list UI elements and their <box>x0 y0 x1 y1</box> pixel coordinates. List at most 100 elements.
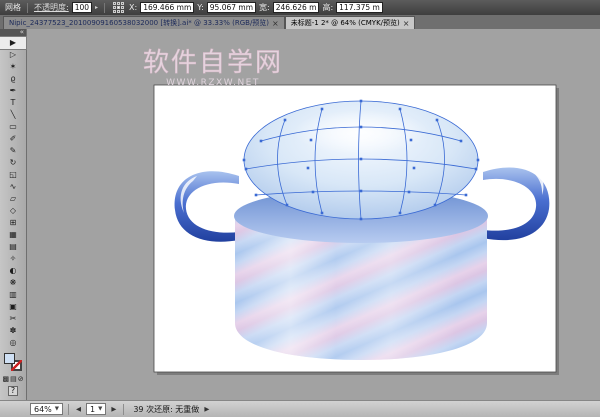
artboard-tool[interactable]: ▣ <box>0 301 26 313</box>
watermark-text-line1: 软件自学网 <box>143 48 283 78</box>
tool-icon: ❋ <box>10 277 17 289</box>
double-arrow-icon: « <box>20 28 24 36</box>
pen-tool[interactable]: ✒ <box>0 85 26 97</box>
y-label: Y: <box>197 3 204 12</box>
document-canvas[interactable]: 软件自学网 WWW.RZXW.NET <box>27 29 599 400</box>
status-bar: 64% ▼ ◀ 1 ▼ ▶ 39 次还原: 无重做 ▶ <box>0 400 600 417</box>
divider <box>123 404 124 415</box>
color-mode-button[interactable]: ▩ <box>2 375 9 383</box>
line-segment-tool[interactable]: ╲ <box>0 109 26 121</box>
eyedropper-tool[interactable]: ✧ <box>0 253 26 265</box>
type-tool[interactable]: T <box>0 97 26 109</box>
history-status-text: 39 次还原: 无重做 <box>133 404 199 415</box>
question-icon: ? <box>8 386 18 396</box>
color-swatches <box>0 351 26 373</box>
perspective-grid-tool[interactable]: ⊞ <box>0 217 26 229</box>
tool-icon: ⊞ <box>10 217 17 229</box>
tool-icon: ✐ <box>10 133 17 145</box>
tool-icon: ↻ <box>10 157 17 169</box>
chevron-down-icon: ▼ <box>98 406 102 412</box>
tool-icon: ◎ <box>10 337 17 349</box>
magic-wand-tool[interactable]: ✶ <box>0 61 26 73</box>
tool-icon: ✎ <box>10 145 17 157</box>
zoom-tool[interactable]: ◎ <box>0 337 26 349</box>
opacity-input[interactable]: 100 <box>72 2 92 13</box>
tool-icon: ╲ <box>11 109 16 121</box>
tool-icon: ▭ <box>9 121 17 133</box>
none-mode-button[interactable]: ⊘ <box>18 375 24 383</box>
prev-artboard-button[interactable]: ◀ <box>74 405 83 413</box>
reference-point-icon[interactable] <box>113 2 124 13</box>
blend-tool[interactable]: ◐ <box>0 265 26 277</box>
direct-selection-tool[interactable]: ▷ <box>0 49 26 61</box>
toolbar-collapse-button[interactable]: « <box>0 29 26 37</box>
fill-color-swatch[interactable] <box>4 353 15 364</box>
pencil-tool[interactable]: ✎ <box>0 145 26 157</box>
tool-icon: ▥ <box>9 289 17 301</box>
zoom-value: 64% <box>34 405 52 414</box>
tab-label: Nipic_24377523_20100909160538032000 [转换]… <box>9 18 269 28</box>
divider <box>104 3 105 13</box>
column-graph-tool[interactable]: ▥ <box>0 289 26 301</box>
options-bar: 网格 不透明度: 100 ▸ X: 169.466 mm Y: 95.067 m… <box>0 0 600 15</box>
tool-icon: ✧ <box>10 253 17 265</box>
hand-tool[interactable]: ✽ <box>0 325 26 337</box>
tool-icon: ▷ <box>10 49 16 61</box>
x-input[interactable]: 169.466 mm <box>140 2 194 13</box>
y-input[interactable]: 95.067 mm <box>207 2 256 13</box>
main-area: « ▶ ▷ ✶ ϱ ✒ T ╲ ▭ <box>0 29 600 400</box>
slice-tool[interactable]: ✂ <box>0 313 26 325</box>
rotate-tool[interactable]: ↻ <box>0 157 26 169</box>
width-label: 宽: <box>259 2 270 13</box>
gradient-tool[interactable]: ▤ <box>0 241 26 253</box>
document-tab[interactable]: Nipic_24377523_20100909160538032000 [转换]… <box>3 16 285 29</box>
height-input[interactable]: 117.375 m <box>336 2 383 13</box>
artboard-number-control[interactable]: 1 ▼ <box>86 403 106 415</box>
chevron-down-icon: ▼ <box>55 406 59 412</box>
opacity-dropdown-icon[interactable]: ▸ <box>95 4 98 11</box>
tool-icon: ▣ <box>9 301 17 313</box>
shape-builder-tool[interactable]: ◇ <box>0 205 26 217</box>
width-input[interactable]: 246.626 m <box>273 2 320 13</box>
rectangle-tool[interactable]: ▭ <box>0 121 26 133</box>
mesh-tool[interactable]: ▦ <box>0 229 26 241</box>
canvas-area[interactable]: 软件自学网 WWW.RZXW.NET <box>27 29 600 400</box>
tab-close-icon[interactable]: × <box>272 19 279 28</box>
tool-icon: ✶ <box>10 61 17 73</box>
tab-bar: Nipic_24377523_20100909160538032000 [转换]… <box>0 15 600 29</box>
next-artboard-button[interactable]: ▶ <box>109 405 118 413</box>
tool-icon: T <box>11 97 16 109</box>
selection-tool[interactable]: ▶ <box>0 37 26 49</box>
scale-tool[interactable]: ◱ <box>0 169 26 181</box>
tool-icon: ∿ <box>10 181 17 193</box>
opacity-label[interactable]: 不透明度: <box>34 2 69 13</box>
tool-icon: ▶ <box>10 37 16 49</box>
zoom-control[interactable]: 64% ▼ <box>30 403 63 415</box>
tool-icon: ▦ <box>9 229 17 241</box>
tab-label: 未标题-1 2* @ 64% (CMYK/预览) <box>291 18 400 28</box>
tool-icon: ▱ <box>10 193 16 205</box>
paint-mode-buttons: ▩ ▤ ⊘ <box>0 373 26 385</box>
tool-icon: ◐ <box>10 265 17 277</box>
tab-close-icon[interactable]: × <box>403 19 410 28</box>
status-popup-button[interactable]: ▶ <box>202 405 211 413</box>
tool-icon: ✒ <box>10 85 17 97</box>
tools-panel: « ▶ ▷ ✶ ϱ ✒ T ╲ ▭ <box>0 29 27 400</box>
illustrator-window: 网格 不透明度: 100 ▸ X: 169.466 mm Y: 95.067 m… <box>0 0 600 417</box>
tool-list: ▶ ▷ ✶ ϱ ✒ T ╲ ▭ ✐ ✎ <box>0 37 26 349</box>
symbol-sprayer-tool[interactable]: ❋ <box>0 277 26 289</box>
free-transform-tool[interactable]: ▱ <box>0 193 26 205</box>
paintbrush-tool[interactable]: ✐ <box>0 133 26 145</box>
lasso-tool[interactable]: ϱ <box>0 73 26 85</box>
help-button[interactable]: ? <box>0 385 26 397</box>
document-tab[interactable]: 未标题-1 2* @ 64% (CMYK/预览) × <box>285 16 416 29</box>
width-tool[interactable]: ∿ <box>0 181 26 193</box>
height-label: 高: <box>322 2 333 13</box>
tool-icon: ϱ <box>10 73 15 85</box>
watermark-text-line2: WWW.RZXW.NET <box>166 78 260 88</box>
divider <box>27 3 28 13</box>
gradient-mode-button[interactable]: ▤ <box>10 375 17 383</box>
tool-icon: ◇ <box>10 205 16 217</box>
watermark: 软件自学网 WWW.RZXW.NET <box>143 48 283 88</box>
lid-specular-highlight <box>293 110 429 154</box>
